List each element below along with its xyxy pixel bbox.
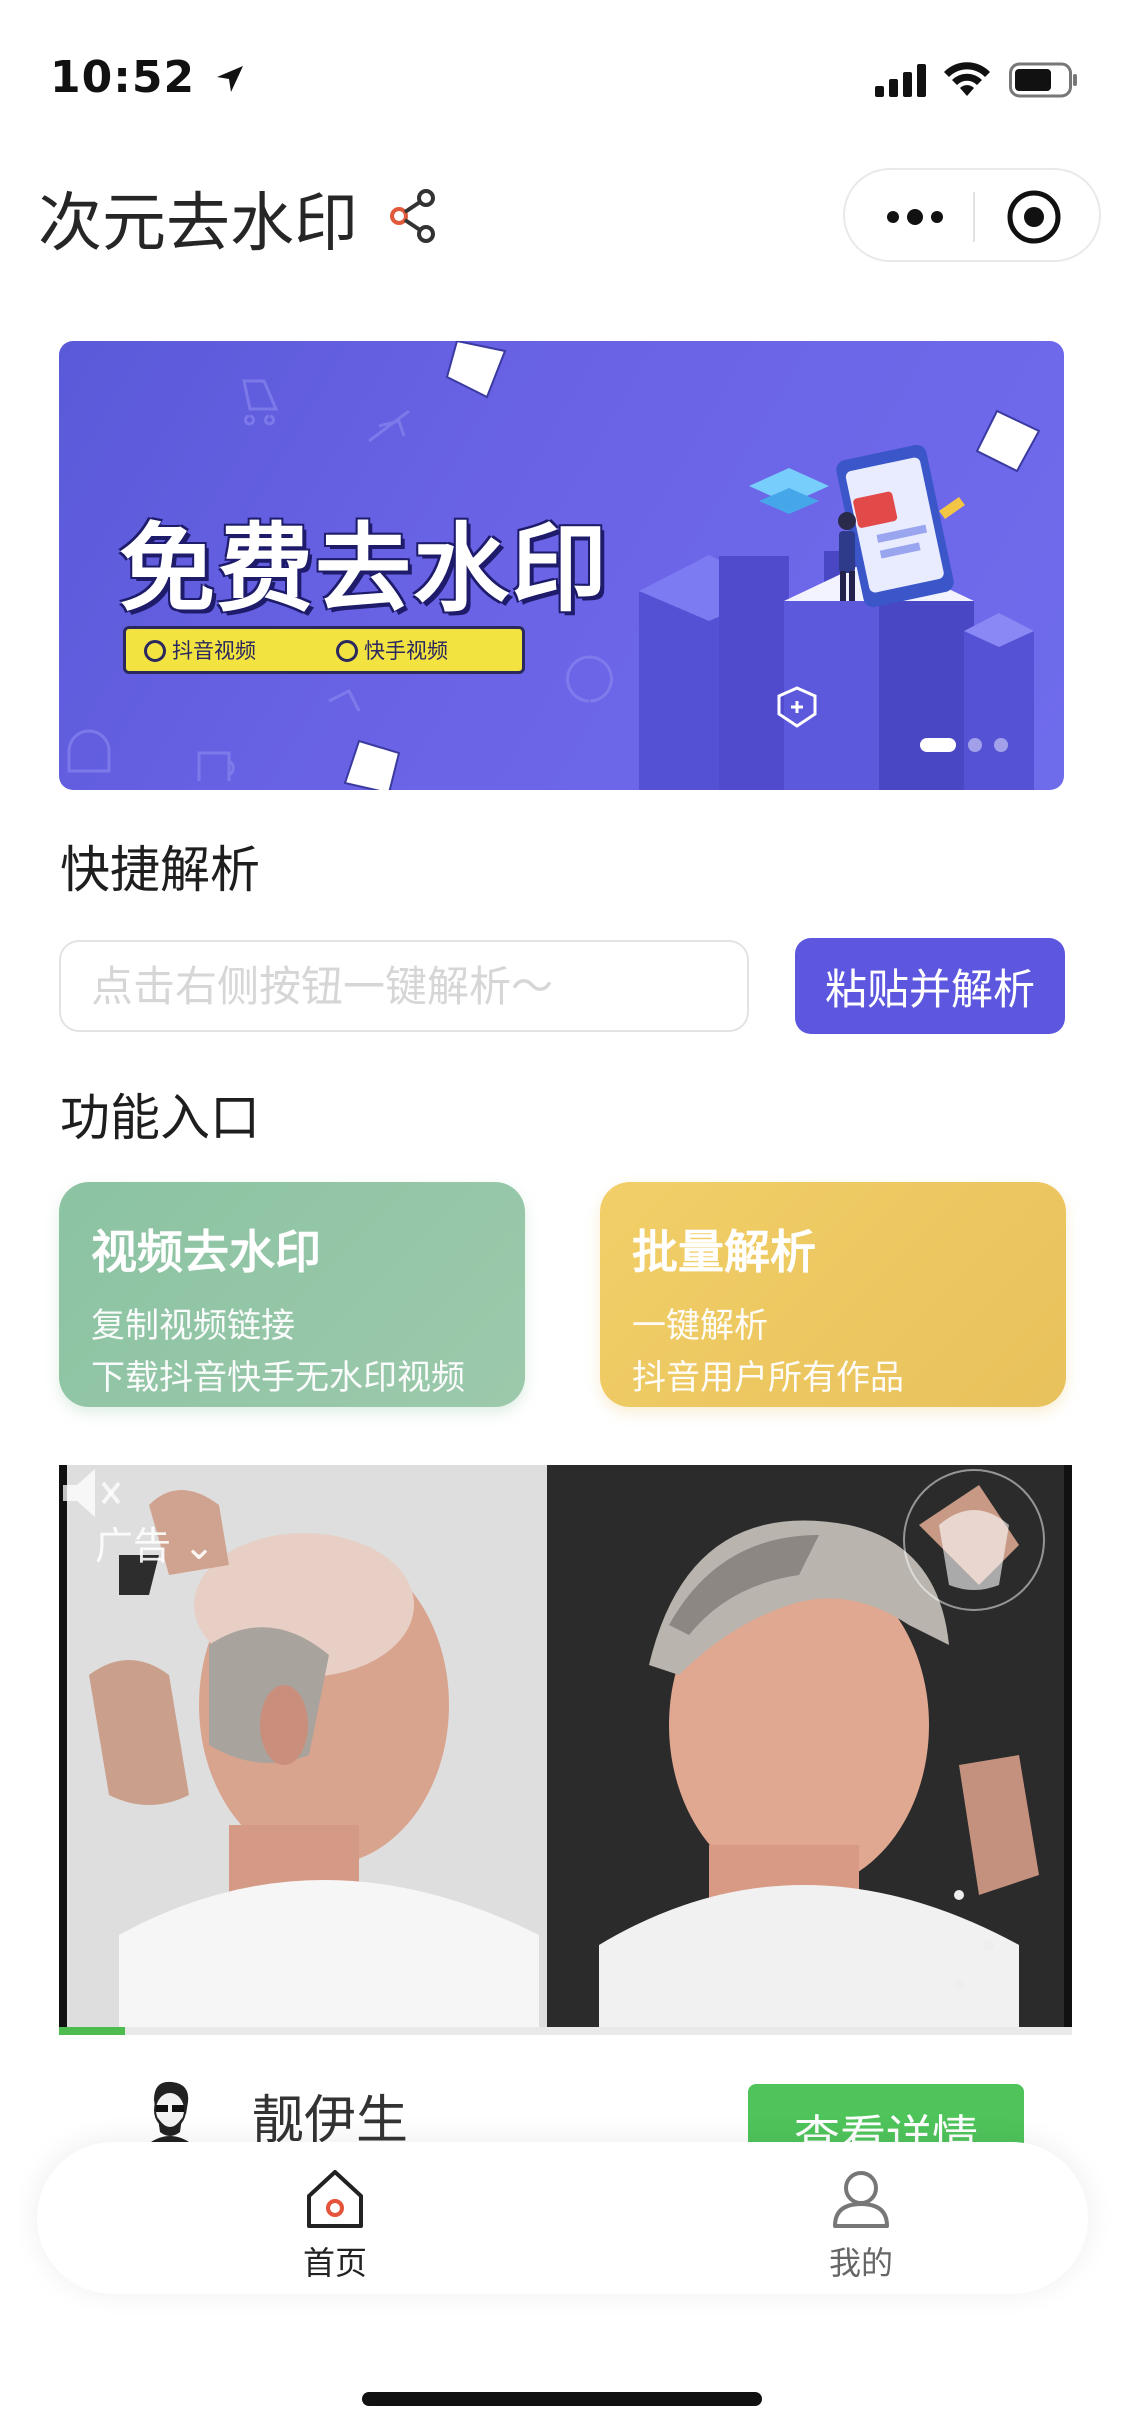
status-indicators	[875, 62, 1085, 102]
tab-bar: 首页 我的	[37, 2142, 1088, 2294]
pagination-dot[interactable]	[968, 738, 982, 752]
check-icon	[144, 640, 166, 662]
video-watermark-card[interactable]: 视频去水印 复制视频链接 下载抖音快手无水印视频	[59, 1182, 525, 1407]
status-time: 10:52	[50, 52, 245, 103]
features-title: 功能入口	[60, 1089, 260, 1147]
tab-mine[interactable]: 我的	[761, 2142, 961, 2294]
miniprogram-capsule	[843, 168, 1101, 262]
batch-parse-card[interactable]: 批量解析 一键解析 抖音用户所有作品	[600, 1182, 1066, 1407]
promo-banner[interactable]: 免费去水印 抖音视频 快手视频	[59, 341, 1064, 790]
video-progress-fill	[59, 2027, 125, 2035]
page-title: 次元去水印	[38, 187, 358, 261]
user-icon	[833, 2171, 889, 2228]
banner-pagination	[908, 737, 1008, 756]
tab-home[interactable]: 首页	[235, 2142, 435, 2294]
tab-label: 我的	[828, 2244, 893, 2282]
card-description: 复制视频链接	[91, 1306, 295, 1346]
check-icon	[336, 640, 358, 662]
battery-icon	[1009, 62, 1077, 98]
more-icon[interactable]	[883, 200, 947, 234]
card-description: 抖音用户所有作品	[632, 1358, 904, 1398]
share-icon[interactable]	[388, 188, 438, 244]
banner-tag-box: 抖音视频 快手视频	[123, 626, 525, 674]
paste-and-parse-button[interactable]: 粘贴并解析	[795, 938, 1065, 1034]
card-title: 批量解析	[632, 1225, 816, 1279]
home-icon	[307, 2170, 363, 2228]
advertiser-avatar[interactable]	[140, 2080, 200, 2144]
tab-label: 首页	[302, 2244, 367, 2282]
ad-video[interactable]: 广告 ⌄	[59, 1465, 1072, 2027]
video-progress-bar[interactable]	[59, 2027, 1072, 2035]
wifi-icon	[944, 62, 990, 96]
ad-label[interactable]: 广告 ⌄	[95, 1515, 215, 1570]
cellular-signal-icon	[875, 64, 926, 97]
banner-tag: 快手视频	[336, 635, 448, 665]
card-title: 视频去水印	[91, 1225, 321, 1279]
banner-tag: 抖音视频	[144, 635, 256, 665]
close-miniprogram-icon[interactable]	[1005, 188, 1063, 246]
quick-parse-title: 快捷解析	[60, 841, 260, 899]
banner-headline: 免费去水印	[119, 513, 609, 625]
pagination-dot[interactable]	[994, 738, 1008, 752]
link-input[interactable]	[59, 940, 749, 1032]
mute-icon[interactable]	[59, 1465, 121, 1521]
capsule-divider	[973, 192, 975, 242]
home-indicator[interactable]	[362, 2392, 762, 2406]
card-description: 一键解析	[632, 1306, 768, 1346]
location-arrow-icon	[217, 66, 244, 92]
card-description: 下载抖音快手无水印视频	[91, 1358, 465, 1398]
pagination-dot[interactable]	[920, 738, 956, 752]
